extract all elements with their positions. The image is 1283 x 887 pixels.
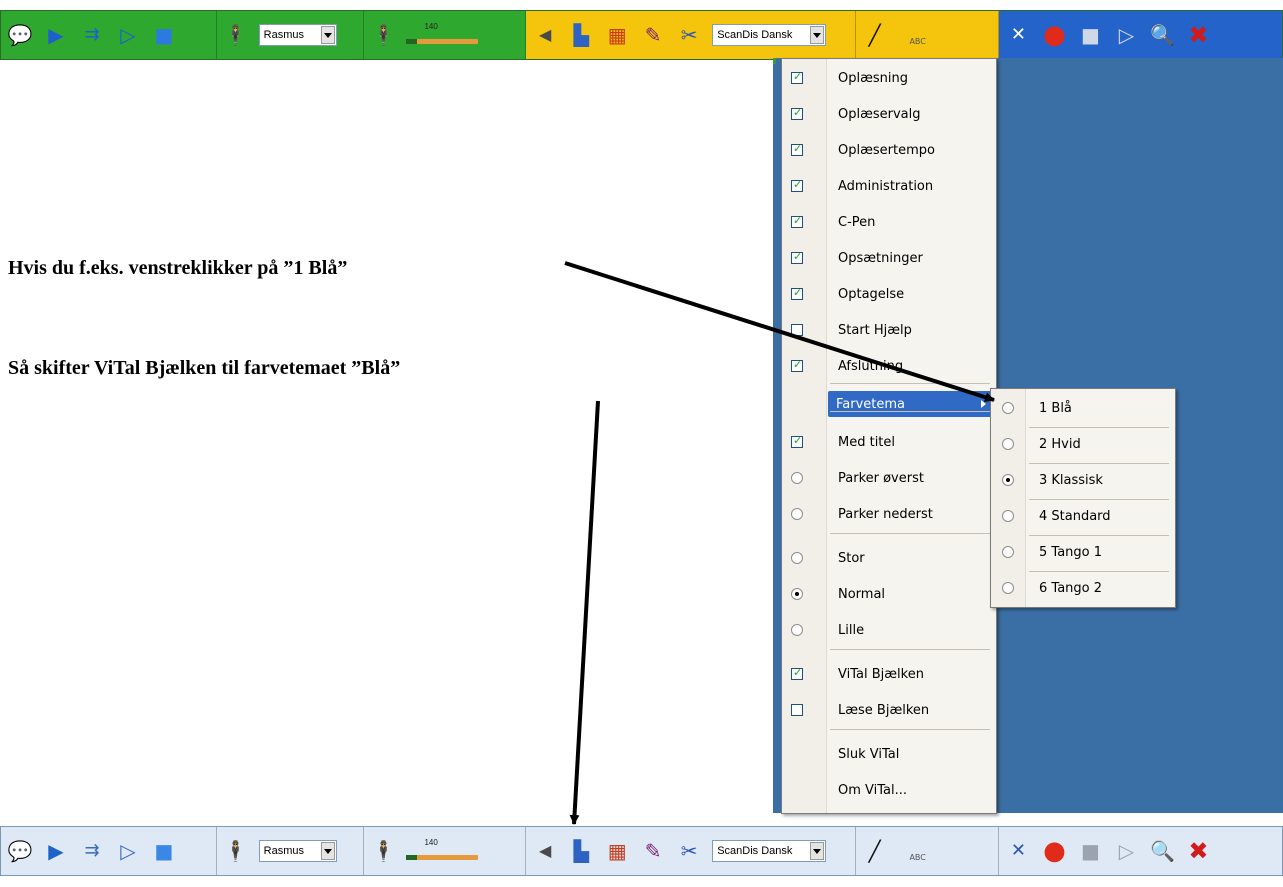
arrow-to-1-blaa	[564, 261, 995, 403]
annotation-arrows	[564, 261, 995, 825]
arrow-to-bottom-toolbar	[569, 400, 600, 825]
